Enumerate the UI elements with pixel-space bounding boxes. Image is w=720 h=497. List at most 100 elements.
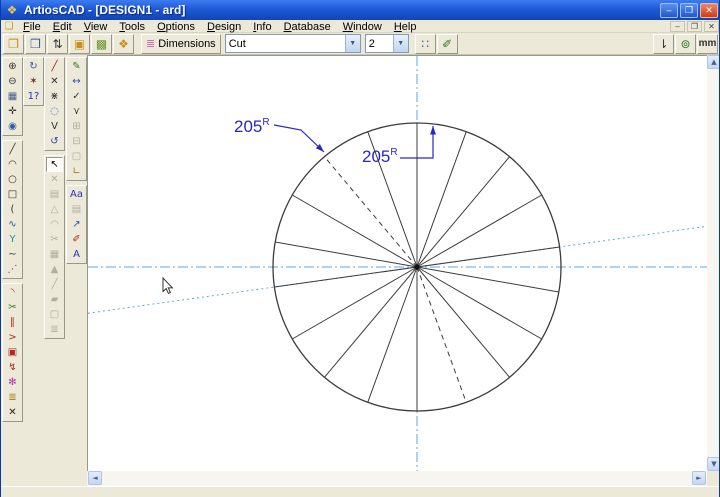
dim-check-tool[interactable]: ✓ [68,89,85,104]
circle-tool[interactable]: ○ [4,172,21,187]
hook-tool[interactable]: ↺ [46,134,63,149]
snap-options-button[interactable]: ∷ [415,34,436,54]
delete-tool[interactable]: ✕ [46,172,63,187]
drawing-canvas[interactable]: 205R205R [87,55,707,471]
chevron-down-icon[interactable]: ▼ [393,35,408,52]
text-tool[interactable]: Aa [68,187,85,202]
mark-circle-tool[interactable]: ✐ [68,232,85,247]
chevron-down-icon[interactable]: ▼ [345,35,360,52]
rosette-tool[interactable]: ✻ [4,375,21,390]
app-icon: ❖ [4,2,20,18]
dimension-palette: ✎↔✓⋎⊞⊟▢∟ [66,57,87,181]
steps-tool[interactable]: ≣ [4,390,21,405]
sort-button[interactable]: ⇅ [47,34,68,54]
zigzag-tool[interactable]: ↯ [4,360,21,375]
child-restore-button[interactable]: ❐ [687,21,702,32]
arrow-note-tool[interactable]: ↗ [68,217,85,232]
menu-help[interactable]: Help [388,21,423,33]
menu-window[interactable]: Window [337,21,388,33]
vee-tool[interactable]: V [46,119,63,134]
corner-tool[interactable]: ◝ [4,285,21,300]
dim-box-tool[interactable]: ▢ [68,149,85,164]
dim-pencil-tool[interactable]: ✎ [68,59,85,74]
wedge-tool[interactable]: ▲ [46,262,63,277]
menu-tools[interactable]: Tools [113,21,151,33]
zoom-area-tool[interactable]: ▦ [4,89,21,104]
dim-group-a-tool[interactable]: ⊞ [68,119,85,134]
zoom-in-tool[interactable]: ⊕ [4,59,21,74]
arc-start-tool[interactable]: ( [4,202,21,217]
find-design-button[interactable]: ⊚ [675,34,696,54]
dotted-circle-tool[interactable]: ◌ [46,104,63,119]
grid-copy-tool[interactable]: ▦ [46,247,63,262]
slash-tool[interactable]: ╱ [46,277,63,292]
menu-info[interactable]: Info [247,21,277,33]
catalog-button[interactable]: ▣ [69,34,90,54]
menu-file[interactable]: File [17,21,47,33]
horizontal-scrollbar[interactable]: ◄ ► [87,471,707,486]
chevron-tool[interactable]: > [4,330,21,345]
arc-tool[interactable]: ◠ [4,157,21,172]
zoom-out-tool[interactable]: ⊖ [4,74,21,89]
asterisk-tool[interactable]: ⋇ [46,89,63,104]
line-point-tool[interactable]: ╱ [46,59,63,74]
scroll-up-icon[interactable]: ▲ [707,55,720,69]
catalog-add-button[interactable]: ▩ [91,34,112,54]
workspace-button[interactable]: ❖ [113,34,134,54]
paragraph-tool[interactable]: ▤ [68,202,85,217]
child-close-button[interactable]: ✕ [704,21,719,32]
menu-options[interactable]: Options [151,21,201,33]
point-size-combo[interactable]: 2 ▼ [365,34,409,53]
pan-tool[interactable]: ✛ [4,104,21,119]
dim-group-b-tool[interactable]: ⊟ [68,134,85,149]
menu-view[interactable]: View [78,21,114,33]
dotted-box-tool[interactable]: ▢ [46,307,63,322]
branch-tool[interactable]: Y [4,232,21,247]
stairs-tool[interactable]: ≣ [46,322,63,337]
curve-tool[interactable]: ∿ [4,217,21,232]
select-arrow-tool[interactable]: ↖ [46,157,63,172]
panel-tool[interactable]: ▤ [46,187,63,202]
cut-tool[interactable]: ✂ [4,300,21,315]
dim-fork-tool[interactable]: ⋎ [68,104,85,119]
menu-edit[interactable]: Edit [47,21,78,33]
scroll-down-icon[interactable]: ▼ [707,457,720,471]
x-point-tool[interactable]: ✕ [46,74,63,89]
dimensions-button[interactable]: ≣ Dimensions [141,34,221,54]
frame-tool[interactable]: ▣ [4,345,21,360]
minimize-button[interactable]: – [660,3,678,18]
wave-tool[interactable]: ∼ [4,247,21,262]
layer-visibility-tool[interactable]: ◉ [4,119,21,134]
dim-horizontal-tool[interactable]: ↔ [68,74,85,89]
perf-tool[interactable]: ∥ [4,315,21,330]
close-button[interactable]: ✕ [700,3,718,18]
radius-dimension-label: 205R [234,117,270,136]
units-button[interactable]: mm [697,34,718,54]
menu-database[interactable]: Database [278,21,337,33]
triangle-tool[interactable]: △ [46,202,63,217]
trim-tool[interactable]: ✂ [46,232,63,247]
break-tool[interactable]: ✕ [4,405,21,420]
rotate-tool[interactable]: ↻ [25,59,42,74]
line-tool[interactable]: ╱ [4,142,21,157]
scroll-right-icon[interactable]: ► [692,471,706,485]
star-tool[interactable]: ✶ [25,74,42,89]
arc-edit-tool[interactable]: ◠ [46,217,63,232]
child-minimize-button[interactable]: – [670,21,685,32]
point-line-tool[interactable]: ⋰ [4,262,21,277]
annotate-button[interactable]: ✐ [437,34,458,54]
pointer-toggle-button[interactable]: ⇂ [653,34,674,54]
item-help-tool[interactable]: 1? [25,89,42,104]
document-icon[interactable]: ❏ [1,21,17,32]
save-button[interactable]: ❒ [25,34,46,54]
restore-button[interactable]: ❐ [680,3,698,18]
layer-class-combo[interactable]: Cut ▼ [225,34,361,53]
letter-note-tool[interactable]: A [68,247,85,262]
dim-angle-tool[interactable]: ∟ [68,164,85,179]
open-button[interactable]: ❐ [3,34,24,54]
vertical-scrollbar[interactable]: ▲ ▼ [707,55,720,471]
scroll-left-icon[interactable]: ◄ [88,471,102,485]
rectangle-tool[interactable]: □ [4,187,21,202]
fill-tool[interactable]: ▰ [46,292,63,307]
menu-design[interactable]: Design [201,21,247,33]
